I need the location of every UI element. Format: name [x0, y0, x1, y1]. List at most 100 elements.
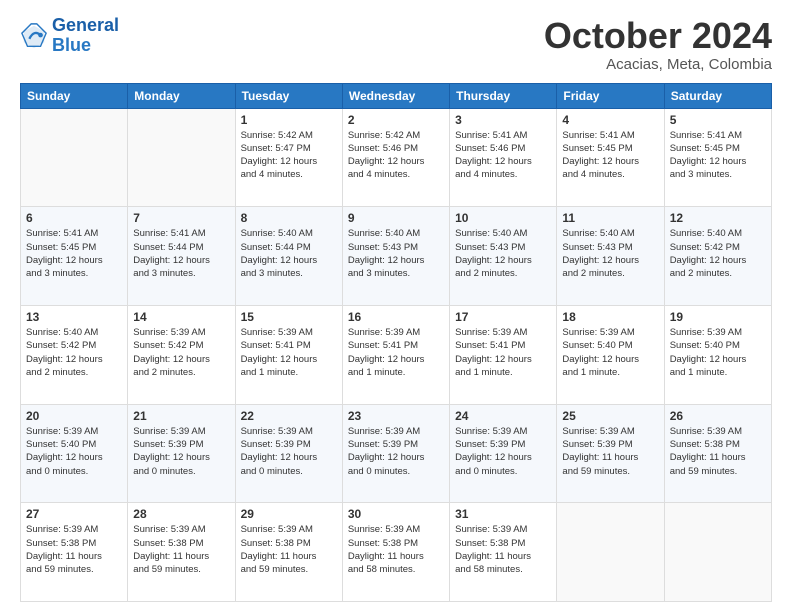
header-sunday: Sunday	[21, 83, 128, 108]
calendar-week-2: 6 Sunrise: 5:41 AM Sunset: 5:45 PM Daylig…	[21, 207, 772, 306]
calendar-cell: 17Sunrise: 5:39 AM Sunset: 5:41 PM Dayli…	[450, 305, 557, 404]
day-number: 22	[241, 409, 337, 423]
day-number: 31	[455, 507, 551, 521]
calendar-cell: 19Sunrise: 5:39 AM Sunset: 5:40 PM Dayli…	[664, 305, 771, 404]
calendar-cell: 7Sunrise: 5:41 AM Sunset: 5:44 PM Daylig…	[128, 207, 235, 306]
header-tuesday: Tuesday	[235, 83, 342, 108]
header-thursday: Thursday	[450, 83, 557, 108]
calendar-cell: 30 Sunrise: 5:39 AM Sunset: 5:38 PM Dayli…	[342, 503, 449, 602]
calendar-cell: 31 Sunrise: 5:39 AM Sunset: 5:38 PM Dayli…	[450, 503, 557, 602]
calendar-cell: 22 Sunrise: 5:39 AM Sunset: 5:39 PM Dayli…	[235, 404, 342, 503]
day-info: Sunrise: 5:40 AM Sunset: 5:42 PM Dayligh…	[26, 326, 122, 379]
calendar-week-3: 13 Sunrise: 5:40 AM Sunset: 5:42 PM Dayli…	[21, 305, 772, 404]
header-saturday: Saturday	[664, 83, 771, 108]
day-number: 13	[26, 310, 122, 324]
day-info: Sunrise: 5:39 AM Sunset: 5:40 PM Dayligh…	[562, 326, 658, 379]
calendar-cell: 27 Sunrise: 5:39 AM Sunset: 5:38 PM Dayli…	[21, 503, 128, 602]
calendar-cell: 5 Sunrise: 5:41 AM Sunset: 5:45 PM Daylig…	[664, 108, 771, 207]
day-number: 1	[241, 113, 337, 127]
location-title: Acacias, Meta, Colombia	[544, 56, 772, 73]
logo-line2: Blue	[52, 35, 91, 55]
day-number: 27	[26, 507, 122, 521]
day-info: Sunrise: 5:40 AM Sunset: 5:43 PM Dayligh…	[562, 227, 658, 280]
calendar-cell: 16 Sunrise: 5:39 AM Sunset: 5:41 PM Dayli…	[342, 305, 449, 404]
day-info: Sunrise: 5:39 AM Sunset: 5:41 PM Dayligh…	[348, 326, 444, 379]
header-wednesday: Wednesday	[342, 83, 449, 108]
day-info: Sunrise: 5:39 AM Sunset: 5:38 PM Dayligh…	[455, 523, 551, 576]
day-number: 20	[26, 409, 122, 423]
calendar-week-4: 20 Sunrise: 5:39 AM Sunset: 5:40 PM Dayli…	[21, 404, 772, 503]
header: General Blue October 2024 Acacias, Meta,…	[20, 16, 772, 73]
day-info: Sunrise: 5:39 AM Sunset: 5:38 PM Dayligh…	[241, 523, 337, 576]
day-number: 6	[26, 211, 122, 225]
day-info: Sunrise: 5:39 AM Sunset: 5:41 PM Dayligh…	[455, 326, 551, 379]
day-number: 5	[670, 113, 766, 127]
day-info: Sunrise: 5:40 AM Sunset: 5:43 PM Dayligh…	[348, 227, 444, 280]
day-info: Sunrise: 5:39 AM Sunset: 5:38 PM Dayligh…	[348, 523, 444, 576]
day-info: Sunrise: 5:39 AM Sunset: 5:39 PM Dayligh…	[241, 425, 337, 478]
day-info: Sunrise: 5:42 AM Sunset: 5:47 PM Dayligh…	[241, 129, 337, 182]
day-info: Sunrise: 5:39 AM Sunset: 5:40 PM Dayligh…	[26, 425, 122, 478]
calendar-cell: 9 Sunrise: 5:40 AM Sunset: 5:43 PM Daylig…	[342, 207, 449, 306]
day-info: Sunrise: 5:42 AM Sunset: 5:46 PM Dayligh…	[348, 129, 444, 182]
day-info: Sunrise: 5:41 AM Sunset: 5:45 PM Dayligh…	[670, 129, 766, 182]
calendar-cell: 14 Sunrise: 5:39 AM Sunset: 5:42 PM Dayli…	[128, 305, 235, 404]
day-number: 29	[241, 507, 337, 521]
calendar-cell: 13 Sunrise: 5:40 AM Sunset: 5:42 PM Dayli…	[21, 305, 128, 404]
calendar-cell: 11 Sunrise: 5:40 AM Sunset: 5:43 PM Dayli…	[557, 207, 664, 306]
day-info: Sunrise: 5:39 AM Sunset: 5:40 PM Dayligh…	[670, 326, 766, 379]
page: General Blue October 2024 Acacias, Meta,…	[0, 0, 792, 612]
day-number: 18	[562, 310, 658, 324]
day-info: Sunrise: 5:40 AM Sunset: 5:44 PM Dayligh…	[241, 227, 337, 280]
day-info: Sunrise: 5:41 AM Sunset: 5:44 PM Dayligh…	[133, 227, 229, 280]
day-number: 21	[133, 409, 229, 423]
day-number: 25	[562, 409, 658, 423]
logo-text: General Blue	[52, 16, 119, 56]
calendar-cell: 29 Sunrise: 5:39 AM Sunset: 5:38 PM Dayli…	[235, 503, 342, 602]
calendar-cell: 8 Sunrise: 5:40 AM Sunset: 5:44 PM Daylig…	[235, 207, 342, 306]
day-info: Sunrise: 5:39 AM Sunset: 5:42 PM Dayligh…	[133, 326, 229, 379]
day-number: 3	[455, 113, 551, 127]
logo-line1: General	[52, 15, 119, 35]
calendar-cell: 4Sunrise: 5:41 AM Sunset: 5:45 PM Daylig…	[557, 108, 664, 207]
calendar-cell: 20 Sunrise: 5:39 AM Sunset: 5:40 PM Dayli…	[21, 404, 128, 503]
calendar-week-1: 1 Sunrise: 5:42 AM Sunset: 5:47 PM Daylig…	[21, 108, 772, 207]
day-number: 24	[455, 409, 551, 423]
day-number: 8	[241, 211, 337, 225]
day-number: 26	[670, 409, 766, 423]
day-info: Sunrise: 5:39 AM Sunset: 5:39 PM Dayligh…	[562, 425, 658, 478]
day-info: Sunrise: 5:40 AM Sunset: 5:43 PM Dayligh…	[455, 227, 551, 280]
calendar-cell: 25 Sunrise: 5:39 AM Sunset: 5:39 PM Dayli…	[557, 404, 664, 503]
day-info: Sunrise: 5:39 AM Sunset: 5:41 PM Dayligh…	[241, 326, 337, 379]
day-number: 30	[348, 507, 444, 521]
day-number: 9	[348, 211, 444, 225]
calendar-cell: 28 Sunrise: 5:39 AM Sunset: 5:38 PM Dayli…	[128, 503, 235, 602]
header-friday: Friday	[557, 83, 664, 108]
calendar-cell: 12Sunrise: 5:40 AM Sunset: 5:42 PM Dayli…	[664, 207, 771, 306]
calendar-cell	[664, 503, 771, 602]
day-number: 16	[348, 310, 444, 324]
month-title: October 2024	[544, 16, 772, 56]
day-number: 28	[133, 507, 229, 521]
calendar-cell: 26 Sunrise: 5:39 AM Sunset: 5:38 PM Dayli…	[664, 404, 771, 503]
day-info: Sunrise: 5:39 AM Sunset: 5:38 PM Dayligh…	[670, 425, 766, 478]
day-info: Sunrise: 5:41 AM Sunset: 5:45 PM Dayligh…	[26, 227, 122, 280]
day-number: 14	[133, 310, 229, 324]
calendar-cell: 6 Sunrise: 5:41 AM Sunset: 5:45 PM Daylig…	[21, 207, 128, 306]
calendar-header-row: Sunday Monday Tuesday Wednesday Thursday…	[21, 83, 772, 108]
day-info: Sunrise: 5:39 AM Sunset: 5:38 PM Dayligh…	[133, 523, 229, 576]
day-info: Sunrise: 5:39 AM Sunset: 5:39 PM Dayligh…	[348, 425, 444, 478]
day-info: Sunrise: 5:39 AM Sunset: 5:39 PM Dayligh…	[455, 425, 551, 478]
calendar-cell	[128, 108, 235, 207]
day-number: 11	[562, 211, 658, 225]
calendar-table: Sunday Monday Tuesday Wednesday Thursday…	[20, 83, 772, 602]
day-info: Sunrise: 5:41 AM Sunset: 5:46 PM Dayligh…	[455, 129, 551, 182]
header-monday: Monday	[128, 83, 235, 108]
logo-icon	[20, 22, 48, 50]
day-info: Sunrise: 5:39 AM Sunset: 5:38 PM Dayligh…	[26, 523, 122, 576]
day-info: Sunrise: 5:39 AM Sunset: 5:39 PM Dayligh…	[133, 425, 229, 478]
calendar-cell	[21, 108, 128, 207]
day-number: 12	[670, 211, 766, 225]
calendar-cell: 3 Sunrise: 5:41 AM Sunset: 5:46 PM Daylig…	[450, 108, 557, 207]
day-info: Sunrise: 5:41 AM Sunset: 5:45 PM Dayligh…	[562, 129, 658, 182]
